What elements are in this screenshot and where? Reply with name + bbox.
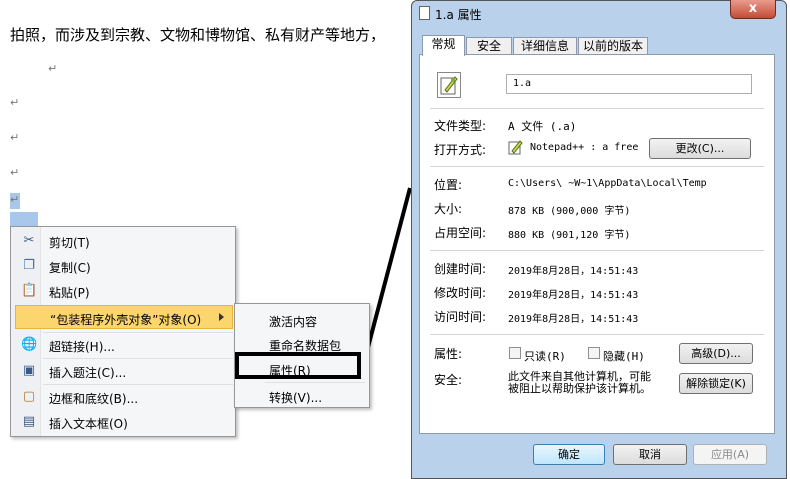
readonly-label: 只读(R) bbox=[524, 350, 566, 363]
hyperlink-icon: 🌐 bbox=[21, 337, 38, 352]
size-on-disk-label: 占用空间: bbox=[434, 226, 487, 240]
hidden-checkbox[interactable] bbox=[588, 347, 600, 359]
menu-item-package-object[interactable]: “包装程序外壳对象”对象(O) bbox=[15, 305, 233, 329]
caption-icon: ▣ bbox=[22, 363, 36, 378]
divider bbox=[430, 334, 764, 335]
security-label: 安全: bbox=[434, 373, 463, 387]
submenu-item-label: 转换(V)... bbox=[269, 391, 323, 405]
change-button[interactable]: 更改(C)... bbox=[649, 138, 751, 159]
modified-value: 2019年8月28日，14:51:43 bbox=[508, 290, 639, 301]
scissors-icon: ✂ bbox=[23, 233, 35, 248]
accessed-value: 2019年8月28日，14:51:43 bbox=[508, 314, 639, 325]
tab-previous-versions[interactable]: 以前的版本 bbox=[578, 37, 648, 55]
paste-icon: 📋 bbox=[21, 283, 38, 298]
close-button[interactable]: x bbox=[730, 0, 776, 19]
tab-security[interactable]: 安全 bbox=[466, 37, 512, 55]
menu-item-label: 粘贴(P) bbox=[49, 286, 90, 300]
created-value: 2019年8月28日，14:51:43 bbox=[508, 266, 639, 277]
paragraph-mark: ↵ bbox=[48, 62, 58, 75]
menu-item-label: 边框和底纹(B)... bbox=[49, 392, 139, 406]
menu-item-label: 超链接(H)... bbox=[49, 340, 115, 354]
menu-item-label: 剪切(T) bbox=[49, 236, 90, 250]
notepad-plus-plus-icon bbox=[508, 139, 524, 155]
submenu-item-label: 激活内容 bbox=[269, 315, 318, 329]
apply-button[interactable]: 应用(A) bbox=[693, 444, 767, 465]
menu-item-label: “包装程序外壳对象”对象(O) bbox=[50, 313, 202, 327]
submenu-item-activate[interactable]: 激活内容 bbox=[237, 308, 367, 330]
paragraph-mark: ↵ bbox=[10, 131, 20, 144]
size-on-disk-value: 880 KB (901,120 字节) bbox=[508, 230, 631, 241]
menu-item-label: 插入文本框(O) bbox=[49, 417, 128, 431]
divider bbox=[430, 108, 764, 109]
unblock-button[interactable]: 解除锁定(K) bbox=[679, 373, 753, 394]
menu-item-borders-shading[interactable]: ▢ 边框和底纹(B)... bbox=[13, 385, 233, 409]
menu-item-copy[interactable]: ❐ 复制(C) bbox=[13, 254, 233, 278]
tab-details[interactable]: 详细信息 bbox=[513, 37, 577, 55]
ok-button[interactable]: 确定 bbox=[533, 444, 605, 465]
advanced-button[interactable]: 高级(D)... bbox=[679, 343, 753, 364]
textbox-icon: ▤ bbox=[22, 414, 36, 429]
location-label: 位置: bbox=[434, 178, 463, 192]
dialog-title: 1.a 属性 bbox=[435, 8, 482, 22]
border-icon: ▢ bbox=[22, 389, 36, 404]
modified-label: 修改时间: bbox=[434, 286, 487, 300]
menu-item-paste[interactable]: 📋 粘贴(P) bbox=[13, 279, 233, 303]
location-value: C:\Users\ ~W~1\AppData\Local\Temp bbox=[508, 178, 707, 189]
divider bbox=[430, 250, 764, 251]
menu-item-hyperlink[interactable]: 🌐 超链接(H)... bbox=[13, 333, 233, 357]
size-value: 878 KB (900,000 字节) bbox=[508, 206, 631, 217]
menu-item-cut[interactable]: ✂ 剪切(T) bbox=[13, 229, 233, 253]
context-menu: ✂ 剪切(T) ❐ 复制(C) 📋 粘贴(P) “包装程序外壳对象”对象(O) … bbox=[10, 226, 236, 437]
paragraph-mark: ↵ bbox=[10, 96, 20, 109]
file-type-value: A 文件 (.a) bbox=[508, 120, 577, 133]
security-message: 此文件来自其他计算机，可能 被阻止以帮助保护该计算机。 bbox=[508, 371, 651, 395]
submenu-item-convert[interactable]: 转换(V)... bbox=[237, 384, 367, 406]
copy-icon: ❐ bbox=[23, 258, 35, 273]
attributes-label: 属性: bbox=[434, 347, 463, 361]
menu-item-insert-caption[interactable]: ▣ 插入题注(C)... bbox=[13, 359, 233, 383]
menu-item-insert-textbox[interactable]: ▤ 插入文本框(O) bbox=[13, 410, 233, 434]
tab-general[interactable]: 常规 bbox=[422, 35, 465, 56]
submenu-arrow-icon bbox=[219, 313, 224, 321]
security-message-line: 被阻止以帮助保护该计算机。 bbox=[508, 382, 651, 395]
open-with-value: Notepad++ : a free bbox=[530, 142, 639, 153]
readonly-checkbox[interactable] bbox=[509, 347, 521, 359]
file-icon bbox=[419, 6, 430, 20]
created-label: 创建时间: bbox=[434, 262, 487, 276]
notepad-file-icon bbox=[437, 72, 461, 98]
size-label: 大小: bbox=[434, 202, 463, 216]
cancel-button[interactable]: 取消 bbox=[613, 444, 687, 465]
menu-item-label: 插入题注(C)... bbox=[49, 366, 127, 380]
selected-paragraph-mark: ↵ bbox=[10, 193, 20, 209]
hidden-label: 隐藏(H) bbox=[603, 350, 645, 363]
file-type-label: 文件类型: bbox=[434, 119, 487, 133]
accessed-label: 访问时间: bbox=[434, 310, 487, 324]
menu-item-label: 复制(C) bbox=[49, 261, 91, 275]
open-with-label: 打开方式: bbox=[434, 143, 487, 157]
paragraph-mark: ↵ bbox=[10, 166, 20, 179]
menu-separator bbox=[265, 382, 365, 383]
submenu-item-rename[interactable]: 重命名数据包 bbox=[237, 332, 367, 354]
file-name-field[interactable]: 1.a bbox=[506, 74, 752, 94]
highlight-box bbox=[235, 352, 361, 379]
divider bbox=[430, 166, 764, 167]
document-text-line: 拍照，而涉及到宗教、文物和博物馆、私有财产等地方， bbox=[10, 26, 386, 44]
